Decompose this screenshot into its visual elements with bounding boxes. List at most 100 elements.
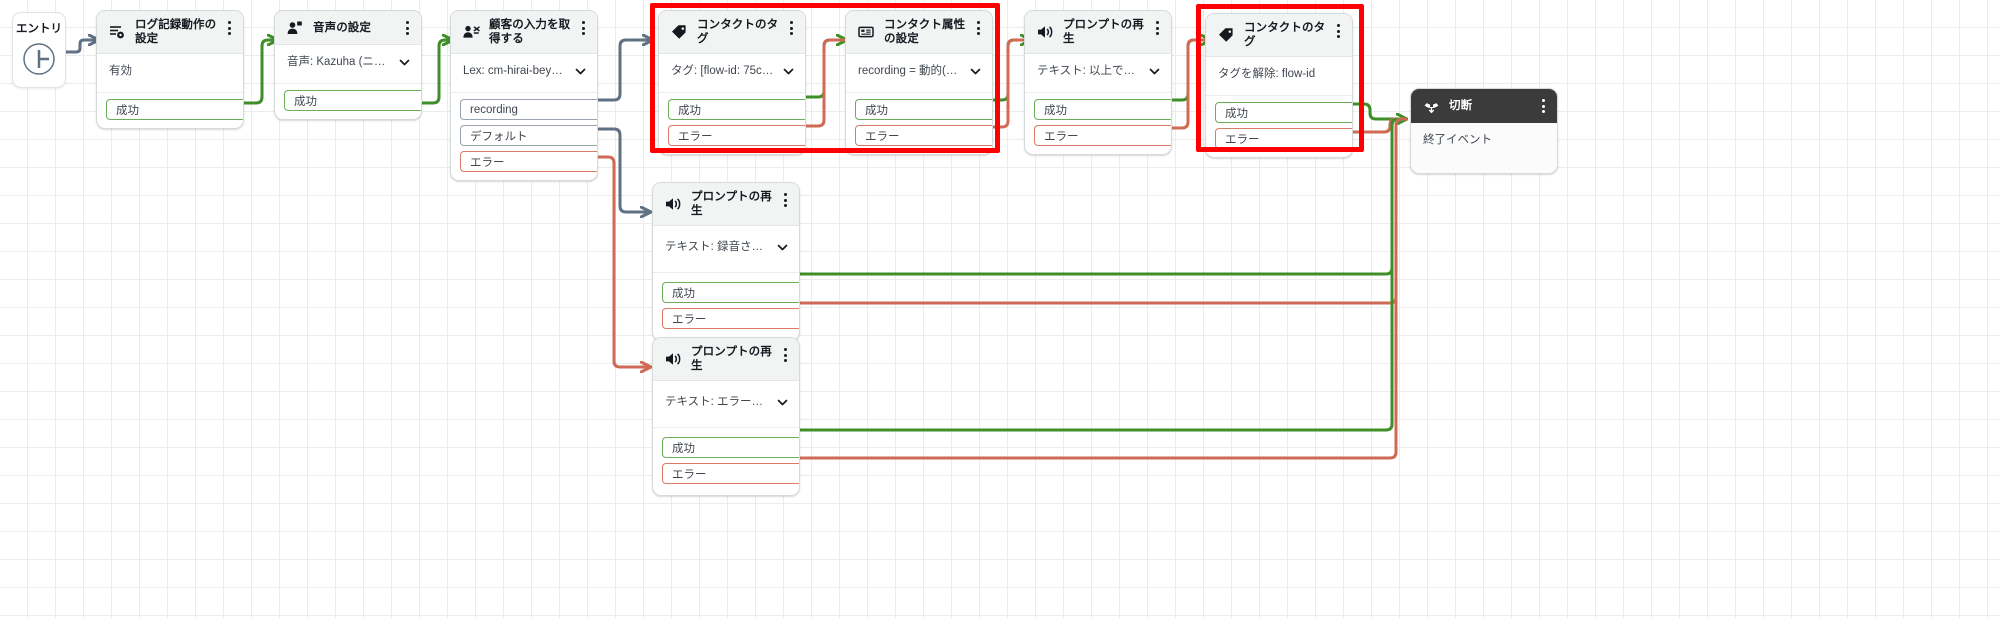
port-success[interactable]: 成功: [668, 99, 805, 120]
node-header: 顧客の入力を取得する: [451, 11, 597, 54]
node-ports: 成功: [275, 84, 421, 119]
node-header: 切断: [1411, 89, 1557, 123]
node-param: テキスト: 以上で録音を終...: [1037, 65, 1142, 77]
chevron-down-icon[interactable]: [777, 242, 788, 253]
node-body: Lex: cm-hirai-beyond-15...: [451, 54, 597, 93]
speaker-icon: [664, 350, 682, 368]
node-menu-button[interactable]: [1331, 23, 1345, 39]
node-ports: 成功 エラー: [1206, 96, 1352, 157]
logging-behavior-icon: [108, 23, 126, 41]
node-disconnect[interactable]: 切断 終了イベント: [1410, 88, 1558, 174]
node-menu-button[interactable]: [1150, 20, 1164, 36]
node-set-logging-behavior[interactable]: ログ記録動作の設定 有効 成功: [96, 10, 244, 129]
entry-label: エントリ: [16, 23, 62, 35]
node-title: プロンプトの再生: [1063, 19, 1144, 45]
port-success[interactable]: 成功: [855, 99, 992, 120]
speaker-icon: [1036, 23, 1054, 41]
port-error[interactable]: エラー: [1215, 128, 1352, 149]
node-header: 音声の設定: [275, 11, 421, 45]
node-body: テキスト: 以上で録音を終...: [1025, 54, 1171, 93]
node-body: 音声: Kazuha (ニューラル...: [275, 45, 421, 84]
node-menu-button[interactable]: [784, 20, 798, 36]
node-body: テキスト: エラーとなりま...: [653, 381, 799, 428]
voice-settings-icon: [286, 19, 304, 37]
node-untag-contact[interactable]: コンタクトのタグ タグを解除: flow-id 成功 エラー: [1205, 13, 1353, 158]
node-param: 音声: Kazuha (ニューラル...: [287, 56, 392, 68]
node-body: テキスト: 録音されないと...: [653, 226, 799, 273]
chevron-down-icon[interactable]: [970, 66, 981, 77]
node-ports: 成功 エラー: [1025, 93, 1171, 154]
node-title: コンタクトのタグ: [1244, 22, 1326, 48]
node-tag-contact[interactable]: コンタクトのタグ タグ: [flow-id: 75c8b24... 成功 エラー: [658, 10, 806, 155]
node-param: タグ: [flow-id: 75c8b24...: [671, 65, 776, 77]
get-customer-input-icon: [462, 23, 480, 41]
node-body: 終了イベント: [1411, 123, 1557, 173]
port-error[interactable]: エラー: [460, 151, 597, 172]
chevron-down-icon[interactable]: [777, 397, 788, 408]
chevron-down-icon[interactable]: [1149, 66, 1160, 77]
port-success[interactable]: 成功: [106, 99, 243, 120]
tag-icon: [670, 23, 688, 41]
node-body: recording = 動的($.Lex....: [846, 54, 992, 93]
port-success[interactable]: 成功: [284, 90, 421, 111]
node-param: 終了イベント: [1423, 134, 1492, 146]
node-menu-button[interactable]: [576, 20, 590, 36]
contact-attributes-icon: [857, 23, 875, 41]
node-menu-button[interactable]: [400, 20, 414, 36]
node-menu-button[interactable]: [1536, 98, 1550, 114]
node-get-customer-input[interactable]: 顧客の入力を取得する Lex: cm-hirai-beyond-15... re…: [450, 10, 598, 181]
node-body: 有効: [97, 54, 243, 93]
chevron-down-icon[interactable]: [783, 66, 794, 77]
port-default[interactable]: デフォルト: [460, 125, 597, 146]
entry-node[interactable]: エントリ: [12, 12, 66, 88]
port-error[interactable]: エラー: [662, 463, 799, 484]
node-param: テキスト: エラーとなりま...: [665, 396, 770, 408]
port-error[interactable]: エラー: [662, 308, 799, 329]
port-success[interactable]: 成功: [662, 282, 799, 303]
node-menu-button[interactable]: [778, 192, 792, 208]
flow-start-icon: [21, 41, 57, 82]
port-success[interactable]: 成功: [1034, 99, 1171, 120]
node-header: ログ記録動作の設定: [97, 11, 243, 54]
node-ports: 成功 エラー: [846, 93, 992, 154]
port-recording[interactable]: recording: [460, 99, 597, 120]
node-play-prompt-1[interactable]: プロンプトの再生 テキスト: 以上で録音を終... 成功 エラー: [1024, 10, 1172, 155]
port-error[interactable]: エラー: [1034, 125, 1171, 146]
node-title: コンタクト属性の設定: [884, 19, 966, 45]
port-error[interactable]: エラー: [668, 125, 805, 146]
node-param: テキスト: 録音されないと...: [665, 241, 770, 253]
node-header: プロンプトの再生: [653, 338, 799, 381]
node-set-voice[interactable]: 音声の設定 音声: Kazuha (ニューラル... 成功: [274, 10, 422, 120]
node-header: コンタクト属性の設定: [846, 11, 992, 54]
port-success[interactable]: 成功: [1215, 102, 1352, 123]
node-title: 顧客の入力を取得する: [489, 19, 571, 45]
node-param: 有効: [109, 65, 132, 77]
node-menu-button[interactable]: [971, 20, 985, 36]
node-header: コンタクトのタグ: [659, 11, 805, 54]
tag-icon: [1217, 26, 1235, 44]
node-play-prompt-2[interactable]: プロンプトの再生 テキスト: 録音されないと... 成功 エラー: [652, 182, 800, 341]
node-param: タグを解除: flow-id: [1218, 68, 1316, 80]
node-title: ログ記録動作の設定: [135, 19, 217, 45]
disconnect-icon: [1422, 97, 1440, 115]
node-ports: 成功: [97, 93, 243, 128]
port-error[interactable]: エラー: [855, 125, 992, 146]
chevron-down-icon[interactable]: [399, 57, 410, 68]
port-success[interactable]: 成功: [662, 437, 799, 458]
node-ports: recording デフォルト エラー: [451, 93, 597, 180]
node-header: プロンプトの再生: [1025, 11, 1171, 54]
node-menu-button[interactable]: [222, 20, 236, 36]
node-ports: 成功 エラー: [653, 273, 799, 340]
chevron-down-icon[interactable]: [575, 66, 586, 77]
node-title: コンタクトのタグ: [697, 19, 779, 45]
node-body: タグ: [flow-id: 75c8b24...: [659, 54, 805, 93]
node-header: プロンプトの再生: [653, 183, 799, 226]
node-title: プロンプトの再生: [691, 346, 772, 372]
node-menu-button[interactable]: [778, 347, 792, 363]
node-set-contact-attributes[interactable]: コンタクト属性の設定 recording = 動的($.Lex.... 成功 エ…: [845, 10, 993, 155]
node-ports: 成功 エラー: [653, 428, 799, 495]
node-play-prompt-3[interactable]: プロンプトの再生 テキスト: エラーとなりま... 成功 エラー: [652, 337, 800, 496]
node-header: コンタクトのタグ: [1206, 14, 1352, 57]
node-param: recording = 動的($.Lex....: [858, 65, 963, 77]
flow-canvas[interactable]: エントリ ログ記録動作の設定 有効 成功 音声の設定 音声: Kazuha (ニ…: [0, 0, 2000, 618]
